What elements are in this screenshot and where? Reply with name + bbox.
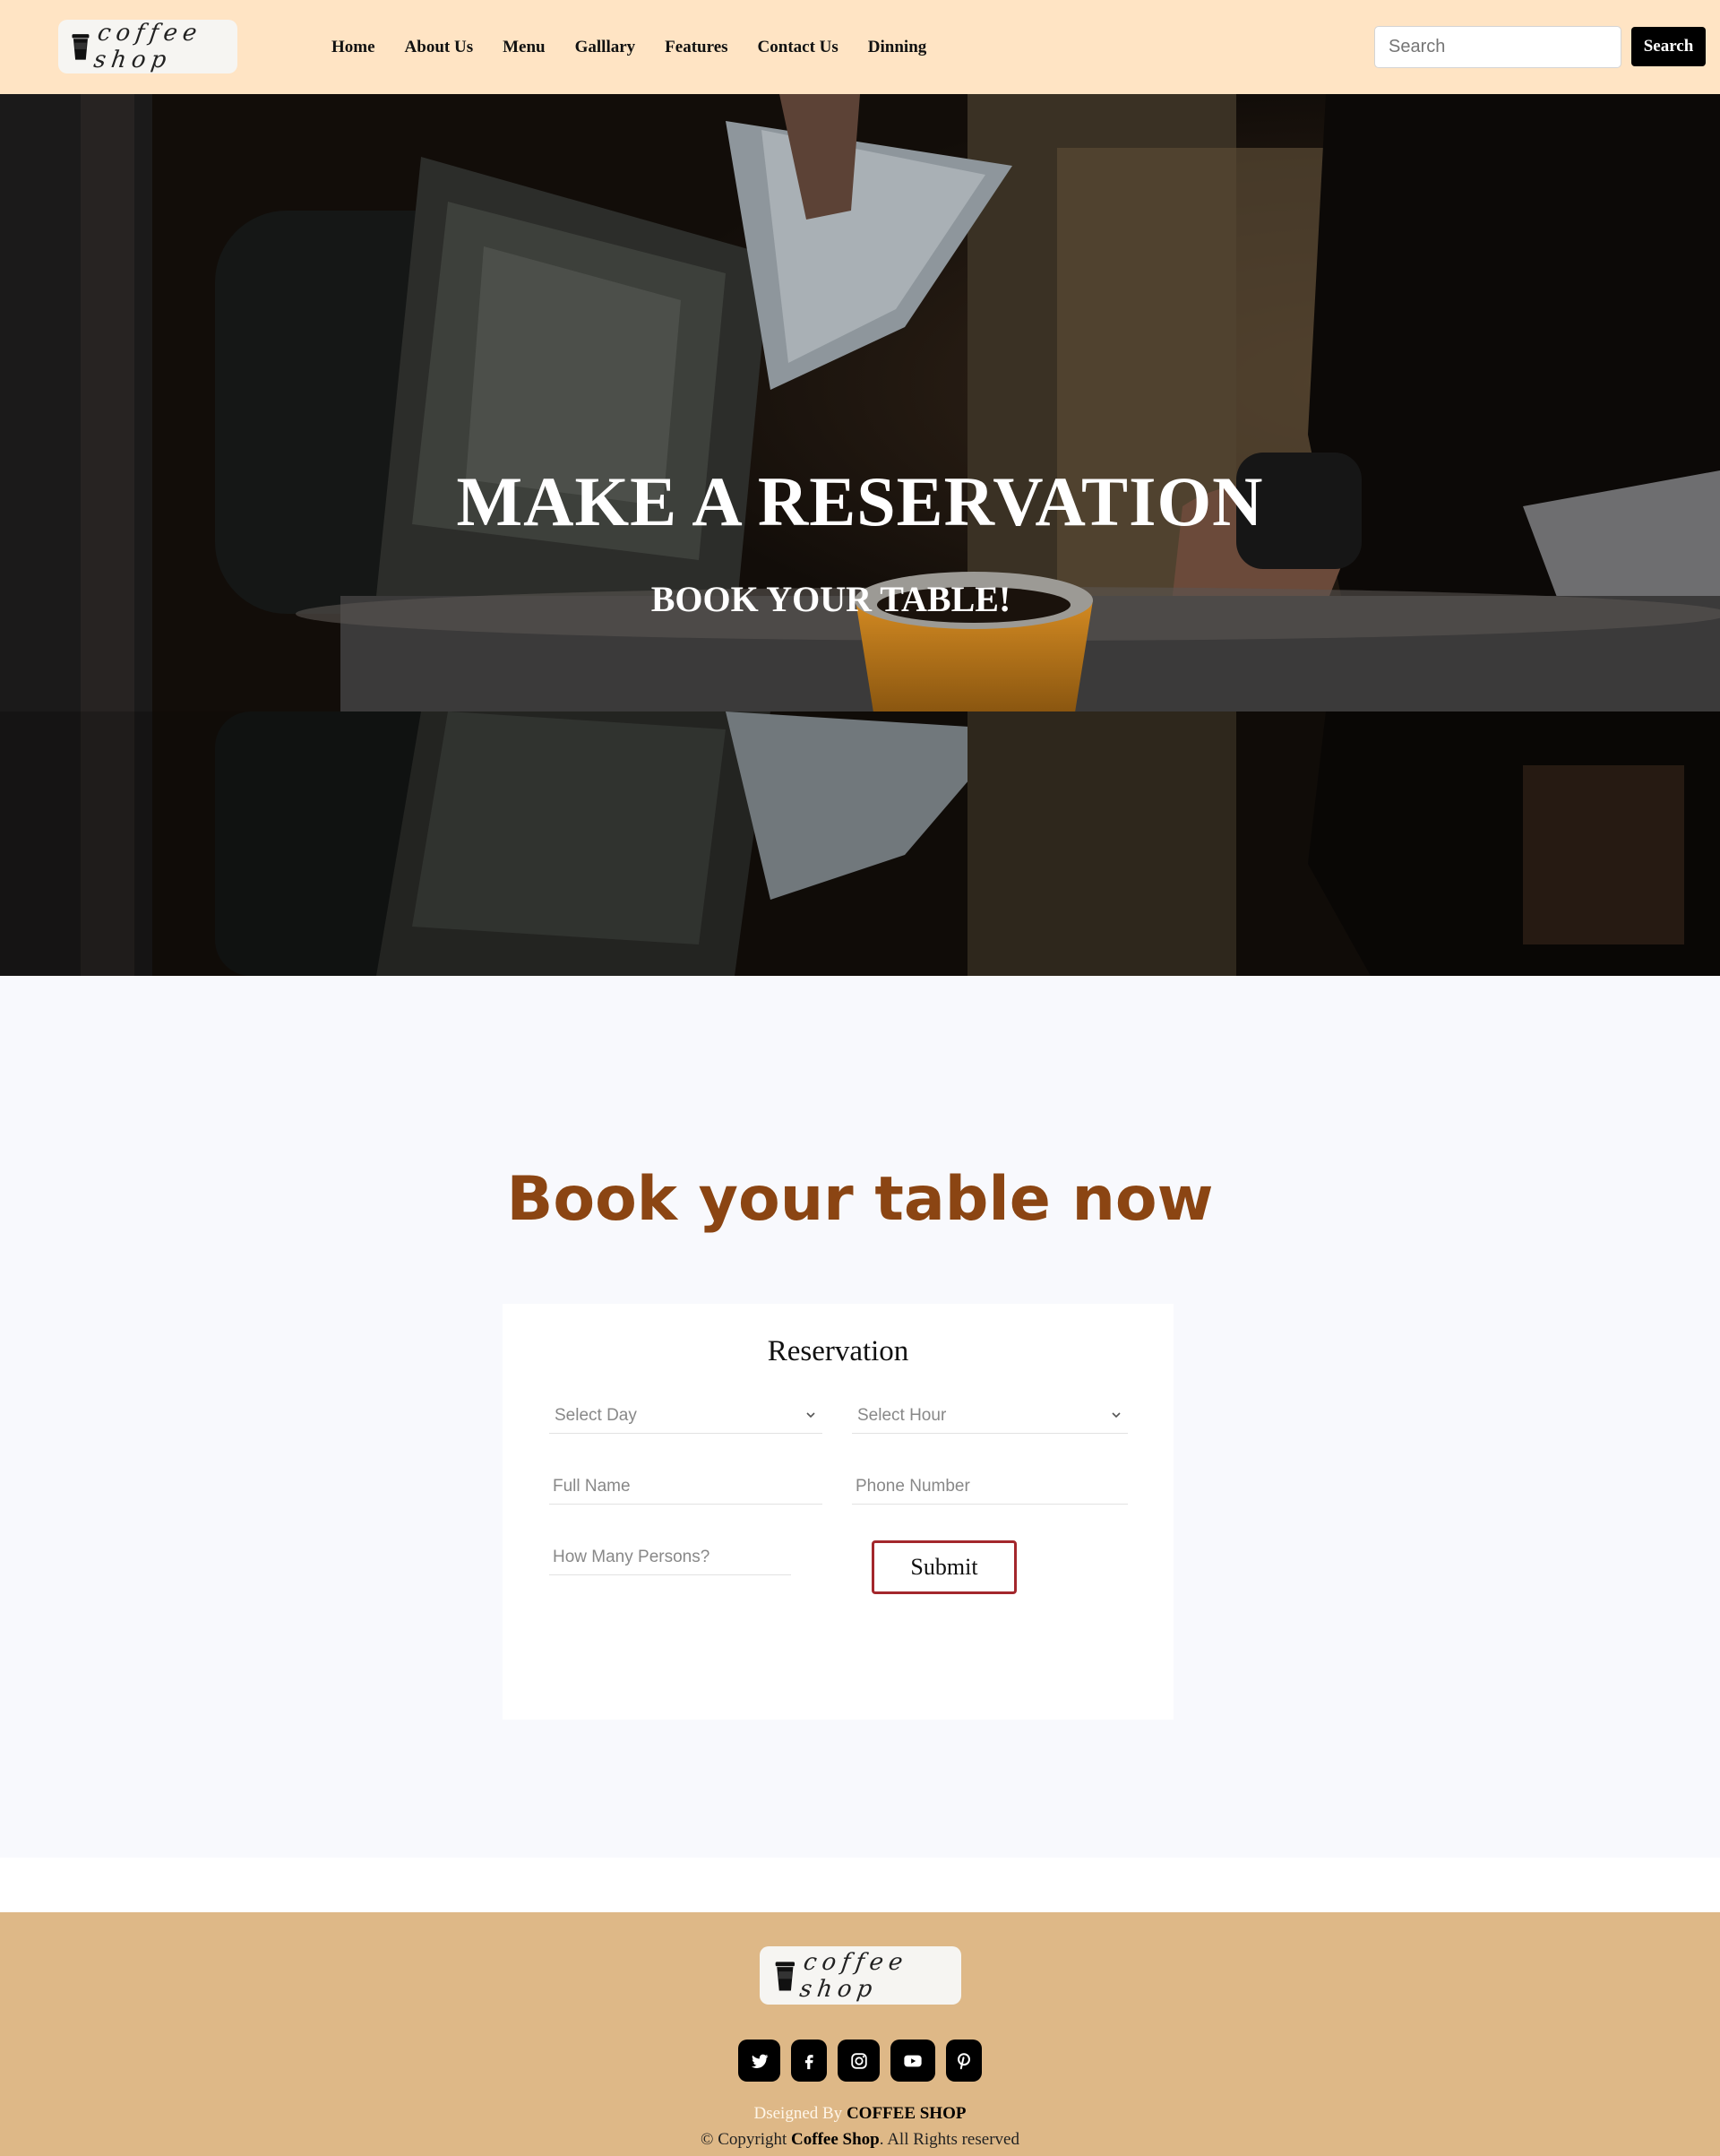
nav-link-menu[interactable]: Menu bbox=[503, 38, 546, 57]
chevron-down-icon bbox=[1112, 1412, 1121, 1419]
nav-link-contact-us[interactable]: Contact Us bbox=[758, 38, 838, 57]
copyright-brand: Coffee Shop bbox=[791, 2130, 880, 2149]
footer-logo-text: coffee shop bbox=[797, 1948, 910, 2003]
persons-count-input[interactable]: How Many Persons? bbox=[549, 1539, 791, 1575]
form-title: Reservation bbox=[767, 1335, 909, 1367]
pinterest-link[interactable] bbox=[946, 2040, 982, 2082]
search-button[interactable]: Search bbox=[1631, 27, 1706, 66]
hero-background-image-strip bbox=[0, 711, 1720, 976]
brand-logo[interactable]: coffee shop bbox=[58, 20, 237, 73]
youtube-link[interactable] bbox=[890, 2040, 935, 2082]
submit-button[interactable]: Submit bbox=[872, 1540, 1017, 1594]
nav-link-gallery[interactable]: Galllary bbox=[575, 38, 636, 57]
logo-text: coffee shop bbox=[91, 20, 204, 73]
footer: coffee shop Dseigned By COFFEE SHOP © Co… bbox=[0, 1912, 1720, 2156]
select-hour-dropdown[interactable]: Select Hour bbox=[852, 1398, 1128, 1434]
instagram-link[interactable] bbox=[838, 2040, 880, 2082]
nav-links: Home About Us Menu Galllary Features Con… bbox=[331, 0, 956, 94]
full-name-input[interactable]: Full Name bbox=[549, 1469, 822, 1505]
facebook-icon bbox=[804, 2054, 813, 2069]
phone-number-placeholder: Phone Number bbox=[856, 1476, 970, 1496]
phone-number-input[interactable]: Phone Number bbox=[852, 1469, 1128, 1505]
full-name-placeholder: Full Name bbox=[553, 1476, 631, 1496]
credit-brand: COFFEE SHOP bbox=[846, 2104, 967, 2123]
twitter-link[interactable] bbox=[738, 2040, 780, 2082]
select-hour-value: Select Hour bbox=[857, 1405, 947, 1425]
youtube-icon bbox=[904, 2055, 922, 2066]
copyright-suffix: . All Rights reserved bbox=[879, 2130, 1019, 2149]
hero-banner: MAKE A RESERVATION BOOK YOUR TABLE! bbox=[0, 94, 1720, 976]
hero-title: MAKE A RESERVATION bbox=[456, 462, 1264, 540]
nav-link-dinning[interactable]: Dinning bbox=[868, 38, 926, 57]
footer-logo[interactable]: coffee shop bbox=[760, 1946, 961, 2005]
hero-subtitle: BOOK YOUR TABLE! bbox=[650, 579, 1011, 619]
nav-link-features[interactable]: Features bbox=[665, 38, 727, 57]
facebook-link[interactable] bbox=[791, 2040, 827, 2082]
social-links bbox=[0, 2040, 1720, 2082]
copyright-prefix: © Copyright bbox=[701, 2130, 787, 2149]
copyright-line: © Copyright Coffee Shop. All Rights rese… bbox=[0, 2130, 1720, 2150]
select-day-value: Select Day bbox=[555, 1405, 637, 1425]
reservation-form: Reservation Select Day Select Hour Full … bbox=[503, 1304, 1174, 1720]
booking-heading: Book your table now bbox=[506, 1164, 1214, 1235]
nav-link-about-us[interactable]: About Us bbox=[405, 38, 474, 57]
chevron-down-icon bbox=[806, 1412, 815, 1419]
coffee-cup-icon bbox=[775, 1961, 796, 1990]
persons-count-placeholder: How Many Persons? bbox=[553, 1547, 710, 1566]
instagram-icon bbox=[850, 2052, 867, 2069]
credit-prefix: Dseigned By bbox=[753, 2104, 843, 2123]
credit-line: Dseigned By COFFEE SHOP bbox=[0, 2104, 1720, 2124]
coffee-cup-icon bbox=[72, 34, 90, 60]
search-input[interactable] bbox=[1374, 26, 1621, 68]
pinterest-icon bbox=[958, 2052, 970, 2069]
select-day-dropdown[interactable]: Select Day bbox=[549, 1398, 822, 1434]
navbar: coffee shop Home About Us Menu Galllary … bbox=[0, 0, 1720, 94]
booking-section: Book your table now Reservation Select D… bbox=[0, 976, 1720, 1858]
nav-link-home[interactable]: Home bbox=[331, 38, 375, 57]
twitter-icon bbox=[751, 2054, 768, 2068]
